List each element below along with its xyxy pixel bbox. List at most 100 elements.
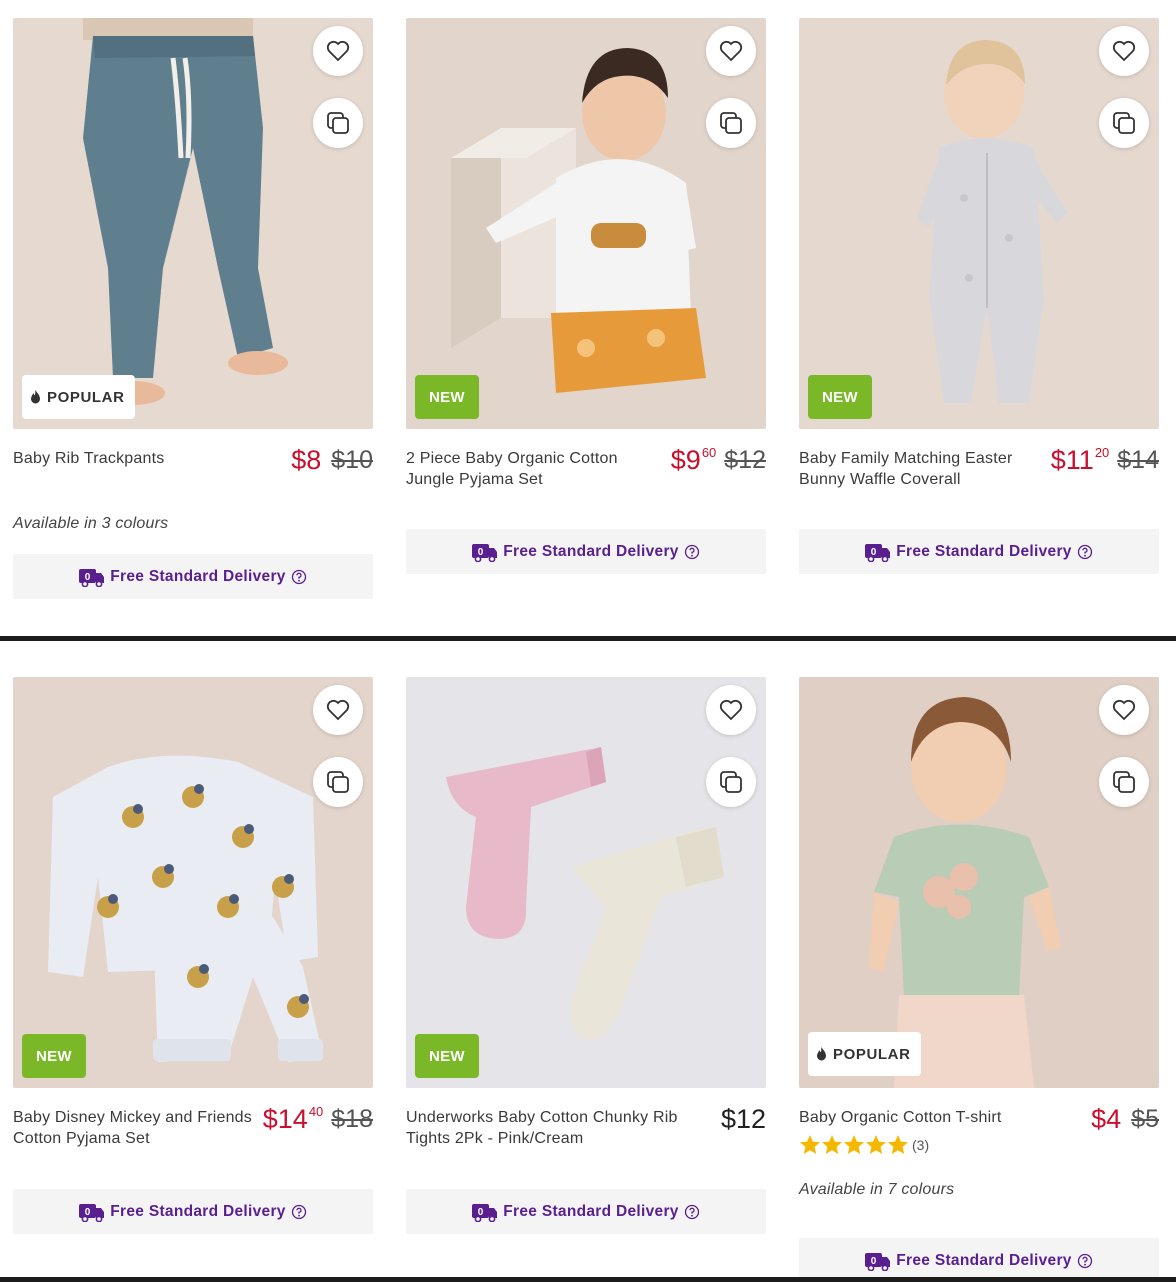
delivery-truck-icon: 0 [865,543,891,562]
free-delivery-banner[interactable]: 0 Free Standard Delivery [406,1189,766,1234]
product-title[interactable]: Baby Disney Mickey and Friends Cotton Py… [13,1107,253,1149]
compare-button[interactable] [1099,757,1149,807]
sale-price: $8 [291,445,322,475]
was-price: $12 [724,446,766,474]
was-price: $14 [1117,446,1159,474]
heart-icon [326,699,350,721]
compare-icon [327,112,349,134]
regular-price: $12 [720,1104,766,1134]
compare-button[interactable] [706,757,756,807]
compare-icon [720,112,742,134]
favourite-button[interactable] [313,26,363,76]
sale-price-cents: 40 [308,1104,324,1119]
product-image[interactable]: NEW [406,677,766,1088]
product-image[interactable]: NEW [406,18,766,429]
heart-icon [719,699,743,721]
new-badge: NEW [808,375,872,419]
product-title[interactable]: Baby Organic Cotton T-shirt [799,1107,1039,1128]
badge-label: NEW [822,388,858,406]
free-delivery-banner[interactable]: 0 Free Standard Delivery [13,1189,373,1234]
badge-label: NEW [429,1047,465,1065]
favourite-button[interactable] [1099,685,1149,735]
compare-icon [1113,112,1135,134]
svg-text:0: 0 [478,1207,484,1218]
question-circle-icon[interactable] [1077,544,1093,560]
product-image[interactable]: NEW [13,677,373,1088]
sale-price-cents: 60 [701,445,717,460]
bunny-coverall-photo [799,18,1159,429]
was-price: $10 [331,446,373,474]
delivery-truck-icon: 0 [472,1203,498,1222]
svg-text:0: 0 [478,547,484,558]
sale-price: $11 [1050,445,1094,475]
question-circle-icon[interactable] [291,1204,307,1220]
svg-text:0: 0 [871,547,877,558]
popular-badge: POPULAR [22,375,135,419]
product-price: $11 20 $14 [1051,444,1159,476]
product-title[interactable]: 2 Piece Baby Organic Cotton Jungle Pyjam… [406,448,646,490]
delivery-label: Free Standard Delivery [110,567,286,585]
delivery-truck-icon: 0 [79,1203,105,1222]
delivery-truck-icon: 0 [79,568,105,587]
sale-price: $14 [262,1104,308,1134]
product-image[interactable]: POPULAR [13,18,373,429]
new-badge: NEW [415,1034,479,1078]
was-price: $5 [1131,1105,1159,1133]
delivery-label: Free Standard Delivery [110,1202,286,1220]
product-price: $14 40 $18 [263,1103,373,1135]
flame-icon [817,1047,826,1061]
compare-button[interactable] [313,757,363,807]
organic-tshirt-photo [799,677,1159,1088]
review-count: (3) [912,1137,930,1153]
favourite-button[interactable] [313,685,363,735]
product-title[interactable]: Baby Family Matching Easter Bunny Waffle… [799,448,1039,490]
question-circle-icon[interactable] [1077,1253,1093,1269]
free-delivery-banner[interactable]: 0 Free Standard Delivery [799,1238,1159,1282]
favourite-button[interactable] [1099,26,1149,76]
product-title[interactable]: Underworks Baby Cotton Chunky Rib Tights… [406,1107,696,1149]
product-price: $8 $10 [291,444,373,476]
product-image[interactable]: POPULAR [799,677,1159,1088]
delivery-label: Free Standard Delivery [896,542,1072,560]
badge-label: POPULAR [47,388,125,406]
rib-tights-photo [406,677,766,1088]
question-circle-icon[interactable] [291,569,307,585]
compare-button[interactable] [313,98,363,148]
delivery-truck-icon: 0 [472,543,498,562]
flame-icon [31,390,40,404]
compare-button[interactable] [1099,98,1149,148]
delivery-truck-icon: 0 [865,1252,891,1271]
question-circle-icon[interactable] [684,1204,700,1220]
heart-icon [1112,40,1136,62]
heart-icon [719,40,743,62]
favourite-button[interactable] [706,26,756,76]
mickey-pyjama-photo [13,677,373,1088]
product-image[interactable]: NEW [799,18,1159,429]
delivery-label: Free Standard Delivery [896,1251,1072,1269]
free-delivery-banner[interactable]: 0 Free Standard Delivery [406,529,766,574]
jungle-pyjama-photo [406,18,766,429]
star-rating[interactable]: (3) [799,1134,929,1156]
free-delivery-banner[interactable]: 0 Free Standard Delivery [13,554,373,599]
compare-icon [1113,771,1135,793]
product-title[interactable]: Baby Rib Trackpants [13,448,253,469]
heart-icon [1112,699,1136,721]
free-delivery-banner[interactable]: 0 Free Standard Delivery [799,529,1159,574]
svg-text:0: 0 [871,1256,877,1267]
product-price: $9 60 $12 [671,444,766,476]
sale-price: $4 [1091,1104,1122,1134]
compare-button[interactable] [706,98,756,148]
svg-text:0: 0 [85,1207,91,1218]
compare-icon [327,771,349,793]
favourite-button[interactable] [706,685,756,735]
product-row-1: POPULAR Baby Rib Trackpants $8 $10 Avail… [0,0,1176,636]
compare-icon [720,771,742,793]
colour-count: Available in 7 colours [799,1181,955,1198]
question-circle-icon[interactable] [684,544,700,560]
svg-text:0: 0 [85,572,91,583]
new-badge: NEW [415,375,479,419]
badge-label: NEW [429,388,465,406]
new-badge: NEW [22,1034,86,1078]
badge-label: POPULAR [833,1045,911,1063]
colour-count: Available in 3 colours [13,515,169,532]
